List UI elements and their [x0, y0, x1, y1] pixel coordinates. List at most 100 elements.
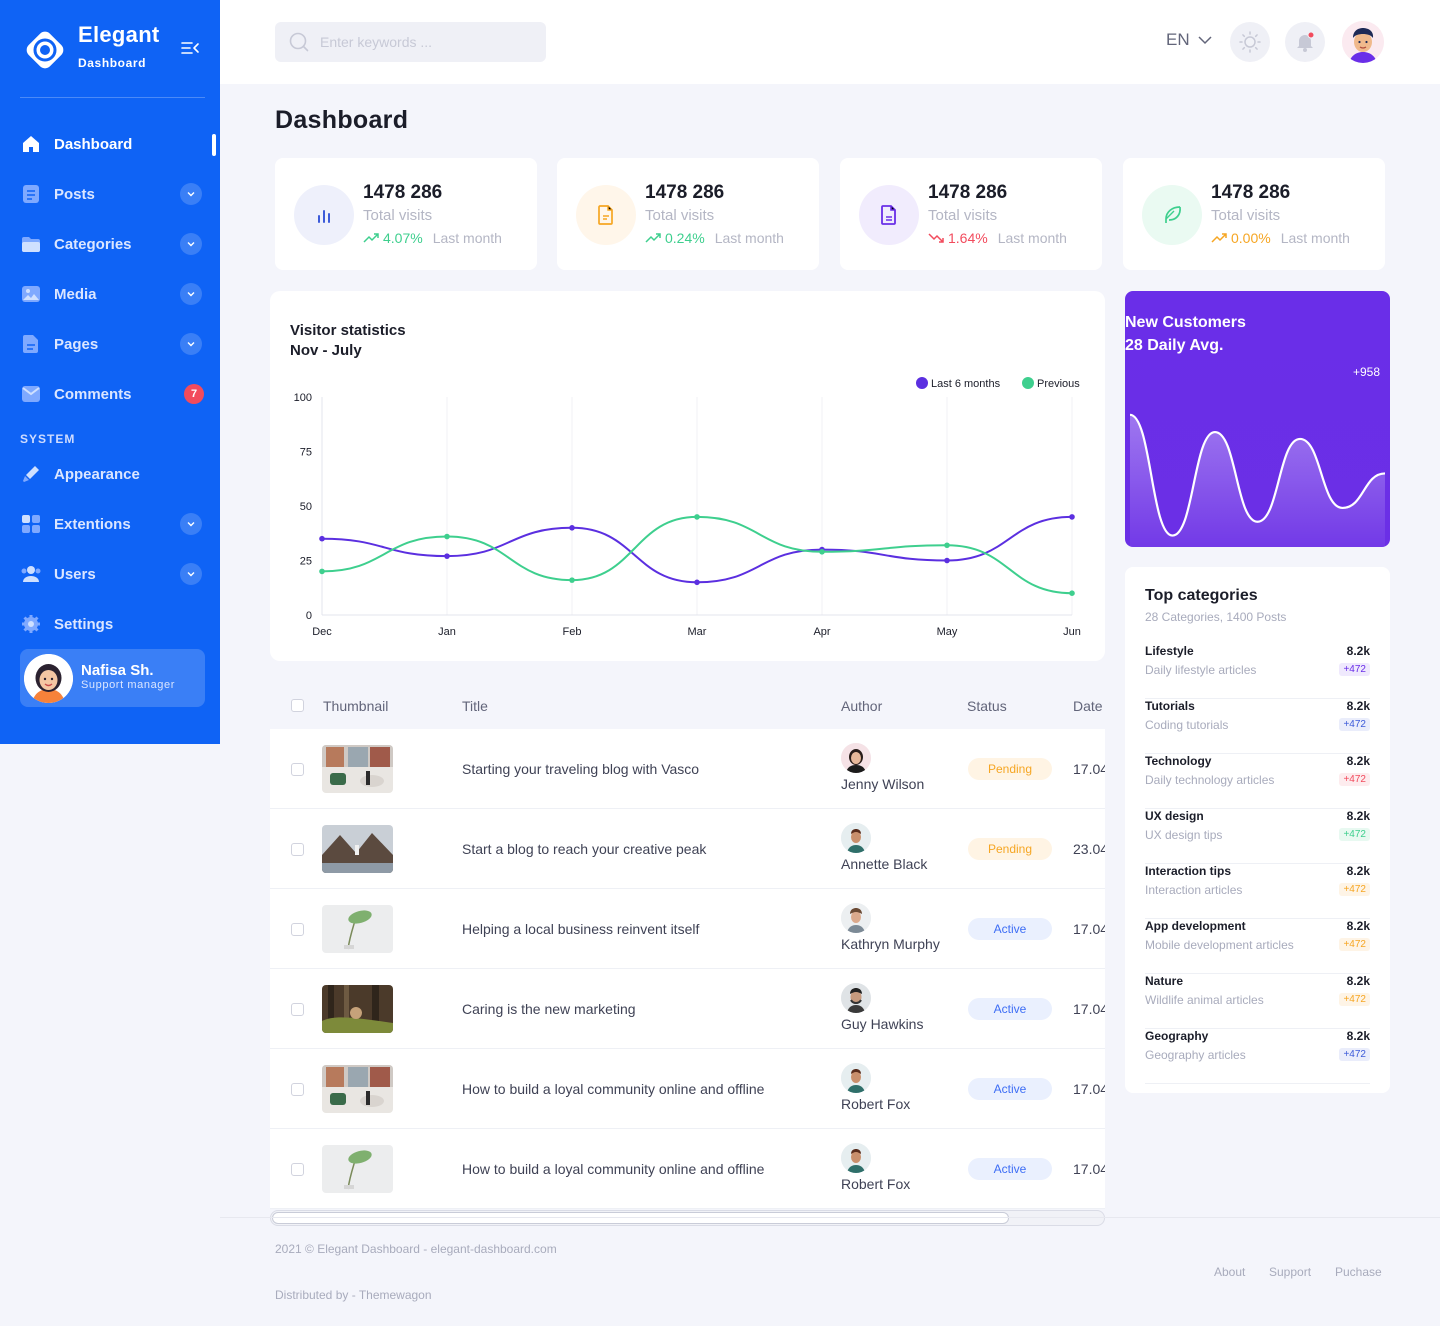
menu-collapse-icon[interactable]: [180, 38, 200, 58]
sidebar-item-categories[interactable]: Categories: [20, 224, 210, 264]
folder-icon: [20, 233, 42, 255]
brand[interactable]: Elegant Dashboard: [20, 22, 205, 98]
sidebar-item-appearance[interactable]: Appearance: [20, 454, 210, 494]
sidebar-item-dashboard[interactable]: Dashboard: [20, 124, 210, 164]
gear-icon: [20, 613, 42, 635]
language-label: EN: [1166, 30, 1190, 49]
language-selector[interactable]: EN: [1166, 30, 1214, 50]
category-row[interactable]: App development Mobile development articl…: [1145, 919, 1370, 974]
post-title[interactable]: How to build a loyal community online an…: [462, 1161, 764, 1177]
posts-table-header: Thumbnail Title Author Status Date: [270, 690, 1105, 720]
category-post-count: 8.2k: [1346, 644, 1370, 658]
post-title[interactable]: Caring is the new marketing: [462, 1001, 636, 1017]
category-row[interactable]: Lifestyle Daily lifestyle articles 8.2k +47…: [1145, 644, 1370, 699]
chevron-down-icon[interactable]: [180, 183, 202, 205]
category-change-badge: +472: [1339, 828, 1370, 841]
x-tick-label: Apr: [813, 626, 830, 638]
category-row[interactable]: UX design UX design tips 8.2k +472: [1145, 809, 1370, 864]
footer-link-about[interactable]: About: [1214, 1265, 1245, 1279]
sidebar-item-comments[interactable]: Comments 7: [20, 374, 210, 414]
category-row[interactable]: Technology Daily technology articles 8.2k +…: [1145, 754, 1370, 809]
sidebar-item-settings[interactable]: Settings: [20, 604, 210, 644]
post-title[interactable]: Start a blog to reach your creative peak: [462, 841, 706, 857]
table-row[interactable]: How to build a loyal community online an…: [270, 1129, 1105, 1209]
visitor-statistics-card: Visitor statistics Nov - July 0 25 50 75 100…: [270, 291, 1105, 661]
column-header-author[interactable]: Author: [841, 698, 882, 714]
theme-toggle-button[interactable]: [1230, 22, 1270, 62]
sidebar-item-extentions[interactable]: Extentions: [20, 504, 210, 544]
category-post-count: 8.2k: [1346, 1029, 1370, 1043]
chevron-down-icon[interactable]: [180, 333, 202, 355]
footer-link-purchase[interactable]: Puchase: [1335, 1265, 1382, 1279]
category-row[interactable]: Nature Wildlife animal articles 8.2k +472: [1145, 974, 1370, 1029]
column-header-status[interactable]: Status: [967, 698, 1007, 714]
x-tick-label: Jan: [438, 626, 456, 638]
sidebar-item-label: Pages: [54, 335, 99, 353]
chevron-down-icon[interactable]: [180, 513, 202, 535]
post-title[interactable]: How to build a loyal community online an…: [462, 1081, 764, 1097]
x-tick-label: May: [937, 626, 958, 638]
chevron-down-icon[interactable]: [180, 233, 202, 255]
column-header-title[interactable]: Title: [462, 698, 488, 714]
avatar[interactable]: [1342, 21, 1384, 63]
table-row[interactable]: Helping a local business reinvent itself…: [270, 889, 1105, 969]
sidebar-item-pages[interactable]: Pages: [20, 324, 210, 364]
row-checkbox[interactable]: [291, 923, 304, 936]
category-name: Technology: [1145, 754, 1212, 768]
table-row[interactable]: Caring is the new marketing Guy Hawkins Ac…: [270, 969, 1105, 1049]
sidebar-item-posts[interactable]: Posts: [20, 174, 210, 214]
category-description: Interaction articles: [1145, 883, 1243, 897]
chevron-down-icon[interactable]: [180, 283, 202, 305]
row-checkbox[interactable]: [291, 1163, 304, 1176]
status-badge: Active: [968, 918, 1052, 940]
stat-label: Total visits: [928, 207, 998, 224]
category-post-count: 8.2k: [1346, 864, 1370, 878]
category-row[interactable]: Tutorials Coding tutorials 8.2k +472: [1145, 699, 1370, 754]
post-thumbnail: [322, 1145, 393, 1193]
search-input[interactable]: [320, 34, 520, 50]
row-checkbox[interactable]: [291, 843, 304, 856]
legend-label: Previous: [1037, 378, 1080, 390]
sidebar-item-media[interactable]: Media: [20, 274, 210, 314]
sidebar-item-users[interactable]: Users: [20, 554, 210, 594]
scrollbar-thumb[interactable]: [272, 1212, 1009, 1224]
category-name: App development: [1145, 919, 1246, 933]
section-label-system: SYSTEM: [20, 432, 76, 446]
footer-distributed: Distributed by - Themewagon: [275, 1288, 432, 1302]
user-card[interactable]: Nafisa Sh. Support manager: [20, 649, 205, 707]
category-description: Daily technology articles: [1145, 773, 1275, 787]
post-date: 17.04: [1073, 1081, 1105, 1097]
pages-icon: [20, 333, 42, 355]
notifications-button[interactable]: [1285, 22, 1325, 62]
post-thumbnail: [322, 985, 393, 1033]
stat-card: 1478 286 Total visits 0.00% Last month: [1123, 158, 1385, 270]
data-point: [944, 557, 950, 564]
post-date: 17.04: [1073, 761, 1105, 777]
stat-change: 0.00%: [1231, 230, 1271, 246]
category-row[interactable]: Geography Geography articles 8.2k +472: [1145, 1029, 1370, 1084]
table-horizontal-scrollbar[interactable]: [270, 1210, 1105, 1226]
logo-icon: [26, 31, 64, 69]
column-header-thumbnail[interactable]: Thumbnail: [323, 698, 388, 714]
row-checkbox[interactable]: [291, 1083, 304, 1096]
row-checkbox[interactable]: [291, 763, 304, 776]
select-all-checkbox[interactable]: [291, 699, 304, 712]
table-row[interactable]: Start a blog to reach your creative peak…: [270, 809, 1105, 889]
category-post-count: 8.2k: [1346, 809, 1370, 823]
row-checkbox[interactable]: [291, 1003, 304, 1016]
y-tick-label: 75: [300, 447, 312, 459]
status-badge: Pending: [968, 838, 1052, 860]
table-row[interactable]: How to build a loyal community online an…: [270, 1049, 1105, 1129]
post-title[interactable]: Starting your traveling blog with Vasco: [462, 761, 699, 777]
search-box[interactable]: [275, 22, 546, 62]
post-title[interactable]: Helping a local business reinvent itself: [462, 921, 699, 937]
category-name: Interaction tips: [1145, 864, 1232, 878]
category-row[interactable]: Interaction tips Interaction articles 8.2k…: [1145, 864, 1370, 919]
column-header-date[interactable]: Date: [1073, 698, 1103, 714]
status-badge: Pending: [968, 758, 1052, 780]
footer-link-support[interactable]: Support: [1269, 1265, 1311, 1279]
stat-change-label: Last month: [1280, 230, 1350, 246]
sidebar-item-label: Dashboard: [54, 135, 133, 153]
chevron-down-icon[interactable]: [180, 563, 202, 585]
table-row[interactable]: Starting your traveling blog with Vasco J…: [270, 729, 1105, 809]
